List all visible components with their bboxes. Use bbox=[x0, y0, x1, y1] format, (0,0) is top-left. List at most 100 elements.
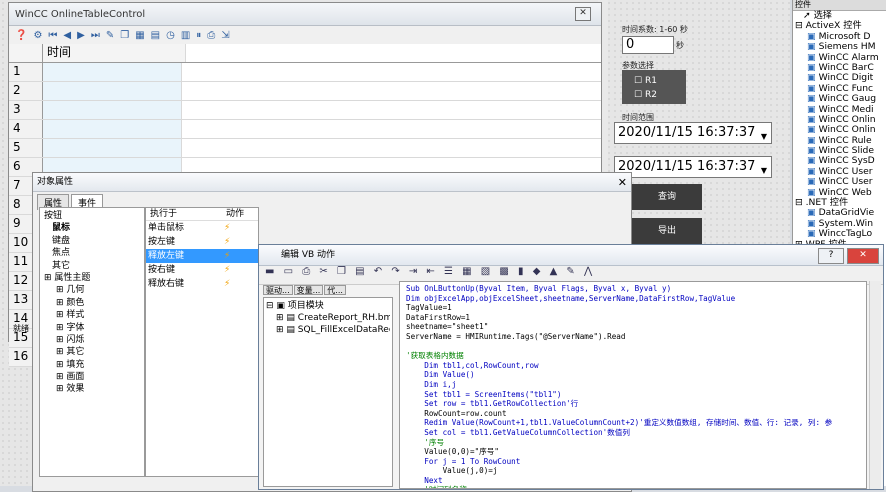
end-time-picker[interactable]: 2020/11/15 16:37:37 ▼ bbox=[614, 156, 772, 178]
code-editor[interactable]: Sub OnLButtonUp(Byval Item, Byval Flags,… bbox=[399, 281, 867, 489]
toolbar-icons[interactable]: ▬ ▭ ⎙ ✂ ❐ ▤ ↶ ↷ ⇥ ⇤ ☰ ▦ ▧ ▩ ▮ ◆ ▲ ✎ ⋀ bbox=[265, 266, 595, 277]
pause-icon[interactable]: ⏸ bbox=[196, 30, 201, 41]
close-button[interactable]: ✕ bbox=[847, 248, 879, 264]
help-icon[interactable]: ❓ bbox=[15, 30, 27, 41]
time-cell[interactable] bbox=[43, 120, 182, 138]
table-row[interactable]: 4 bbox=[9, 120, 601, 139]
expand-icon: ⊞ bbox=[56, 310, 67, 321]
control-icon: ▣ bbox=[807, 124, 819, 136]
next-icon[interactable]: ▶ bbox=[77, 30, 85, 41]
value-cell[interactable] bbox=[182, 101, 601, 119]
control-label: WinCC User bbox=[818, 165, 873, 177]
col-trigger: 执行于 bbox=[150, 209, 178, 219]
export-button[interactable]: 导出 bbox=[632, 218, 702, 244]
property-tree-item[interactable]: ⊞ 效果 bbox=[44, 383, 144, 395]
event-row[interactable]: 按右键 ⚡ bbox=[146, 263, 258, 277]
value-cell[interactable] bbox=[182, 82, 601, 100]
online-table-title: WinCC OnlineTableControl ✕ bbox=[9, 3, 601, 26]
dropdown-icon[interactable]: ▼ bbox=[761, 127, 767, 147]
prev-icon[interactable]: ◀ bbox=[63, 30, 71, 41]
close-icon[interactable]: ✕ bbox=[575, 7, 591, 21]
lightning-icon[interactable]: ⚡ bbox=[224, 221, 258, 235]
value-cell[interactable] bbox=[182, 120, 601, 138]
time-cell[interactable] bbox=[43, 101, 182, 119]
property-tree-item[interactable]: ⊞ 填充 bbox=[44, 359, 144, 371]
table-row[interactable]: 3 bbox=[9, 101, 601, 120]
property-tree-label: 字体 bbox=[66, 322, 85, 333]
last-icon[interactable]: ⏭ bbox=[91, 30, 100, 41]
event-row[interactable]: 单击鼠标 ⚡ bbox=[146, 221, 258, 235]
config-icon[interactable]: ⚙ bbox=[33, 30, 42, 41]
code-line: Set tbl1 = ScreenItems("tbl1") bbox=[406, 389, 562, 399]
table-icon[interactable]: ▤ bbox=[151, 30, 160, 41]
vb-side-tab[interactable]: 变量... bbox=[293, 285, 324, 295]
property-tree-item[interactable]: 按钮 bbox=[44, 210, 144, 222]
code-line: Value(0,0)="序号" bbox=[406, 447, 499, 457]
column-header-time[interactable]: 时间 bbox=[43, 44, 186, 62]
code-line: sheetname="sheet1" bbox=[406, 322, 489, 332]
code-scrollbar[interactable] bbox=[869, 281, 881, 489]
property-tree-item[interactable]: ⊞ 字体 bbox=[44, 322, 144, 334]
online-table-toolbar: ❓ ⚙ ⏮ ◀ ▶ ⏭ ✎ ❐ ▦ ▤ ◷ ▥ ⏸ ⎙ ⇲ bbox=[9, 26, 601, 45]
start-time-picker[interactable]: 2020/11/15 16:37:37 ▼ bbox=[614, 122, 772, 144]
r1-checkbox[interactable]: ☐ R1 bbox=[634, 76, 657, 86]
property-tree-label: 其它 bbox=[52, 260, 71, 271]
property-tree-item[interactable]: 鼠标 bbox=[44, 222, 144, 234]
export-icon[interactable]: ⇲ bbox=[221, 30, 229, 41]
property-tree-item[interactable]: ⊞ 颜色 bbox=[44, 297, 144, 309]
property-tree-item[interactable]: 键盘 bbox=[44, 235, 144, 247]
event-row[interactable]: 按左键 ⚡ bbox=[146, 235, 258, 249]
property-tree-label: 画面 bbox=[66, 372, 85, 383]
first-icon[interactable]: ⏮ bbox=[48, 30, 57, 41]
value-cell[interactable] bbox=[182, 139, 601, 157]
value-cell[interactable] bbox=[182, 63, 601, 81]
property-tree-item[interactable]: ⊞ 其它 bbox=[44, 346, 144, 358]
time-cell[interactable] bbox=[43, 82, 182, 100]
code-line: RowCount=row.count bbox=[406, 408, 507, 418]
timer-icon[interactable]: ◷ bbox=[166, 30, 175, 41]
property-tree-item[interactable]: 焦点 bbox=[44, 247, 144, 259]
event-row[interactable]: 释放右键 ⚡ bbox=[146, 277, 258, 291]
tree-root[interactable]: ⊟ ▣ 项目模块 bbox=[266, 300, 390, 312]
property-tree-item[interactable]: ⊞ 闪烁 bbox=[44, 334, 144, 346]
time-cell[interactable] bbox=[43, 139, 182, 157]
range-icon[interactable]: ▥ bbox=[181, 30, 190, 41]
control-icon: ▣ bbox=[807, 134, 819, 146]
time-cell[interactable] bbox=[43, 63, 182, 81]
code-line: DataFirstRow=1 bbox=[406, 312, 471, 322]
lightning-icon[interactable]: ⚡ bbox=[224, 263, 258, 277]
dropdown-icon[interactable]: ▼ bbox=[761, 161, 767, 181]
event-row[interactable]: 释放左键 ⚡ bbox=[146, 249, 258, 263]
help-button[interactable]: ? bbox=[818, 248, 844, 264]
interval-input[interactable]: 0 bbox=[622, 36, 674, 54]
control-icon: ▣ bbox=[807, 217, 819, 229]
vb-side-tab[interactable]: 驱动... bbox=[263, 285, 293, 295]
select-columns-icon[interactable]: ▦ bbox=[135, 30, 144, 41]
vb-side-tab[interactable]: 代... bbox=[324, 285, 346, 295]
query-button[interactable]: 查询 bbox=[632, 184, 702, 210]
row-number: 1 bbox=[9, 63, 43, 81]
property-tree-item[interactable]: ⊞ 样式 bbox=[44, 309, 144, 321]
close-icon[interactable]: ✕ bbox=[618, 174, 627, 192]
r2-checkbox[interactable]: ☐ R2 bbox=[634, 90, 657, 100]
control-label: WinCC Slide bbox=[818, 145, 875, 157]
copy-icon[interactable]: ❐ bbox=[120, 30, 129, 41]
table-row[interactable]: 5 bbox=[9, 139, 601, 158]
property-tree-label: 键盘 bbox=[52, 235, 71, 246]
property-tree-label: 颜色 bbox=[66, 297, 85, 308]
edit-icon[interactable]: ✎ bbox=[106, 30, 114, 41]
table-row[interactable]: 2 bbox=[9, 82, 601, 101]
property-tree-item[interactable]: ⊞ 属性主题 bbox=[44, 272, 144, 284]
property-tree-item[interactable]: 其它 bbox=[44, 260, 144, 272]
lightning-icon[interactable]: ⚡ bbox=[224, 277, 258, 291]
table-row[interactable]: 1 bbox=[9, 63, 601, 82]
control-label: WinCC Onlin bbox=[818, 124, 876, 136]
print-icon[interactable]: ⎙ bbox=[207, 30, 215, 41]
property-tree-item[interactable]: ⊞ 几何 bbox=[44, 284, 144, 296]
tree-module-item[interactable]: ⊞ ▤ SQL_FillExcelDataRec bbox=[266, 324, 390, 336]
lightning-icon[interactable]: ⚡ bbox=[224, 235, 258, 249]
property-tree-item[interactable]: ⊞ 画面 bbox=[44, 371, 144, 383]
control-label: WinccTagLo bbox=[818, 228, 873, 240]
lightning-icon[interactable]: ⚡ bbox=[224, 249, 258, 263]
tree-module-item[interactable]: ⊞ ▤ CreateReport_RH.bm bbox=[266, 312, 390, 324]
